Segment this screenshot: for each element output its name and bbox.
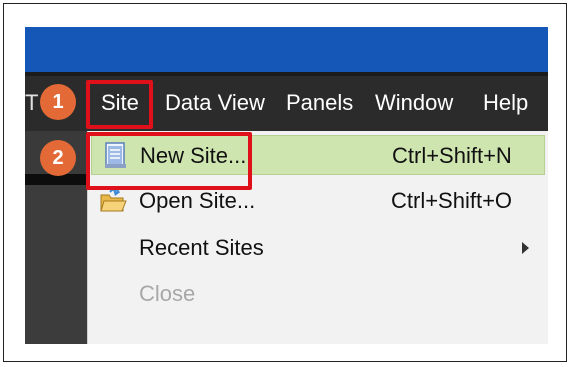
menu-panels[interactable]: Panels xyxy=(286,89,353,117)
open-folder-icon xyxy=(100,188,127,212)
submenu-arrow-icon xyxy=(522,242,529,254)
menu-item-close: Close xyxy=(88,274,545,314)
menu-item-shortcut: Ctrl+Shift+N xyxy=(392,143,512,168)
step-badge-1: 1 xyxy=(40,84,76,120)
highlight-box-site xyxy=(86,80,153,129)
highlight-box-new-site xyxy=(86,132,252,190)
menu-item-label: Close xyxy=(139,281,196,306)
title-bar xyxy=(25,27,548,72)
menu-item-shortcut: Ctrl+Shift+O xyxy=(391,188,513,213)
menu-item-recent-sites[interactable]: Recent Sites xyxy=(88,228,545,268)
menu-item-label: Recent Sites xyxy=(139,235,264,260)
menu-item-label: Open Site... xyxy=(139,188,256,213)
menu-data-view[interactable]: Data View xyxy=(165,89,265,117)
menu-window[interactable]: Window xyxy=(375,89,453,117)
step-badge-2: 2 xyxy=(40,140,76,176)
menu-item-partial[interactable]: T xyxy=(25,89,38,117)
menu-help[interactable]: Help xyxy=(483,89,528,117)
